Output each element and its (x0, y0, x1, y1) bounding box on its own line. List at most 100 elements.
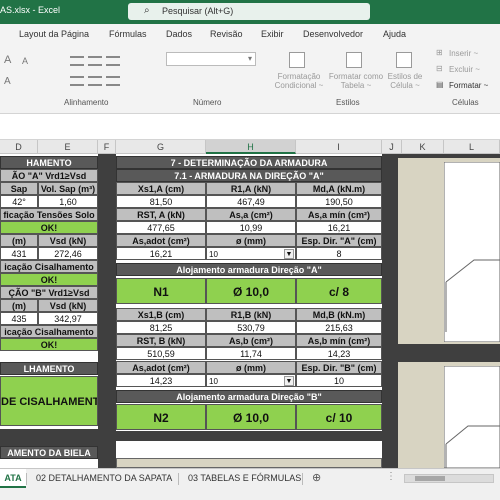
worksheet[interactable]: HAMENTO ÃO "A" Vrd1≥Vsd Sap Vol. Sap (m³… (0, 154, 500, 468)
a-phi-value: 10 (209, 250, 218, 259)
next-section-panel (116, 458, 382, 468)
delete-button[interactable]: Excluir ~ (449, 65, 480, 74)
font-size-down-icon[interactable]: A (22, 56, 28, 66)
window-title: AS.xlsx - Excel (0, 5, 61, 15)
a-v1-1[interactable]: 467,49 (206, 195, 296, 208)
b-h1-1: R1,B (kN) (206, 308, 296, 321)
b-phi-dropdown[interactable]: 10 ▼ (206, 374, 296, 387)
cond-format-label[interactable]: Formatação Condicional ~ (274, 72, 324, 90)
tab-exibir[interactable]: Exibir (261, 29, 284, 39)
a-v1-0[interactable]: 81,50 (116, 195, 206, 208)
left-ok-2[interactable]: OK! (0, 273, 98, 286)
a-phi-dropdown[interactable]: 10 ▼ (206, 247, 296, 260)
a-v2-0[interactable]: 477,65 (116, 221, 206, 234)
insert-button[interactable]: Inserir ~ (449, 49, 478, 58)
b-as-adot[interactable]: 14,23 (116, 374, 206, 387)
col-k[interactable]: K (402, 140, 444, 154)
n2-label[interactable]: N2 (116, 404, 206, 430)
left-cisalhamento-result[interactable]: DE CISALHAMENTO (0, 376, 98, 426)
align-right-icon[interactable] (106, 76, 120, 86)
cell-styles-label[interactable]: Estilos de Célula ~ (385, 72, 425, 90)
search-placeholder: Pesquisar (Alt+G) (162, 6, 234, 16)
left-h2: Vol. Sap (m³) (38, 182, 98, 195)
left-v3[interactable]: 431 (0, 247, 38, 260)
a-v2-1[interactable]: 10,99 (206, 221, 296, 234)
sheet-tab-detalhamento[interactable]: 02 DETALHAMENTO DA SAPATA (36, 473, 172, 483)
tab-revisao[interactable]: Revisão (210, 29, 243, 39)
b-esp[interactable]: 10 (296, 374, 382, 387)
b-alojamento-title: Alojamento armadura Direção "B" (116, 390, 382, 403)
search-box[interactable]: ⌕ Pesquisar (Alt+G) (128, 3, 370, 20)
b-v1-0[interactable]: 81,25 (116, 321, 206, 334)
left-verif-cis: icação Cisalhamento (0, 260, 98, 273)
add-sheet-icon[interactable]: ⊕ (312, 471, 321, 484)
footing-drawing-a (444, 162, 500, 342)
chevron-down-icon[interactable]: ▼ (284, 249, 294, 259)
a-h2-0: RST, A (kN) (116, 208, 206, 221)
a-v1-2[interactable]: 190,50 (296, 195, 382, 208)
tab-dados[interactable]: Dados (166, 29, 192, 39)
col-d[interactable]: D (0, 140, 38, 154)
left-verif-cis-2: icação Cisalhamento (0, 325, 98, 338)
more-options-icon[interactable]: ⋮ (386, 471, 396, 482)
left-v6[interactable]: 342,97 (38, 312, 98, 325)
chevron-down-icon[interactable]: ▼ (284, 376, 294, 386)
sheet-tab-active[interactable]: ATA (0, 469, 26, 488)
align-top-icon[interactable] (70, 56, 84, 66)
scrollbar-thumb[interactable] (415, 476, 445, 481)
a-h1-2: Md,A (kN.m) (296, 182, 382, 195)
tab-layout[interactable]: Layout da Página (19, 29, 89, 39)
col-i[interactable]: I (296, 140, 382, 154)
a-h2-2: As,a mín (cm²) (296, 208, 382, 221)
col-e[interactable]: E (38, 140, 98, 154)
horizontal-scrollbar[interactable] (404, 474, 494, 483)
b-v1-2[interactable]: 215,63 (296, 321, 382, 334)
b-v2-1[interactable]: 11,74 (206, 347, 296, 360)
b-h3-2: Esp. Dir. "B" (cm) (296, 361, 382, 374)
left-h1: Sap (0, 182, 38, 195)
sheet-tab-tabelas[interactable]: 03 TABELAS E FÓRMULAS (188, 473, 301, 483)
left-v4[interactable]: 272,46 (38, 247, 98, 260)
format-table-label[interactable]: Formatar como Tabela ~ (327, 72, 385, 90)
left-v5[interactable]: 435 (0, 312, 38, 325)
left-hamento-2: LHAMENTO (0, 362, 98, 375)
align-middle-icon[interactable] (88, 56, 102, 66)
number-format-select[interactable]: ▾ (166, 52, 256, 66)
format-icon: ▤ (436, 80, 444, 89)
b-v1-1[interactable]: 530,79 (206, 321, 296, 334)
align-center-icon[interactable] (88, 76, 102, 86)
left-v1[interactable]: 42° (0, 195, 38, 208)
col-h[interactable]: H (206, 140, 296, 154)
n2-bar[interactable]: Ø 10,0 (206, 404, 296, 430)
alignment-controls[interactable] (70, 52, 120, 96)
b-v2-2[interactable]: 14,23 (296, 347, 382, 360)
col-j[interactable]: J (382, 140, 402, 154)
tab-formulas[interactable]: Fórmulas (109, 29, 147, 39)
tab-ajuda[interactable]: Ajuda (383, 29, 406, 39)
col-l[interactable]: L (444, 140, 500, 154)
n1-spacing[interactable]: c/ 8 (296, 278, 382, 304)
n1-bar[interactable]: Ø 10,0 (206, 278, 296, 304)
left-ok-1[interactable]: OK! (0, 221, 98, 234)
column-headers: D E F G H I J K L (0, 140, 500, 154)
b-h3-0: As,adot (cm²) (116, 361, 206, 374)
n1-label[interactable]: N1 (116, 278, 206, 304)
tab-desenvolvedor[interactable]: Desenvolvedor (303, 29, 363, 39)
n2-spacing[interactable]: c/ 10 (296, 404, 382, 430)
b-v2-0[interactable]: 510,59 (116, 347, 206, 360)
b-h2-2: As,b mín (cm²) (296, 334, 382, 347)
align-bottom-icon[interactable] (106, 56, 120, 66)
a-esp[interactable]: 8 (296, 247, 382, 260)
font-color-icon[interactable]: A (4, 76, 11, 87)
a-v2-2[interactable]: 16,21 (296, 221, 382, 234)
col-g[interactable]: G (116, 140, 206, 154)
a-as-adot[interactable]: 16,21 (116, 247, 206, 260)
a-h1-1: R1,A (kN) (206, 182, 296, 195)
left-v2[interactable]: 1,60 (38, 195, 98, 208)
font-size-up-icon[interactable]: A (4, 54, 11, 66)
left-ok-3[interactable]: OK! (0, 338, 98, 351)
formula-bar[interactable] (0, 114, 500, 140)
format-button[interactable]: Formatar ~ (449, 81, 488, 90)
align-left-icon[interactable] (70, 76, 84, 86)
col-f[interactable]: F (98, 140, 116, 154)
